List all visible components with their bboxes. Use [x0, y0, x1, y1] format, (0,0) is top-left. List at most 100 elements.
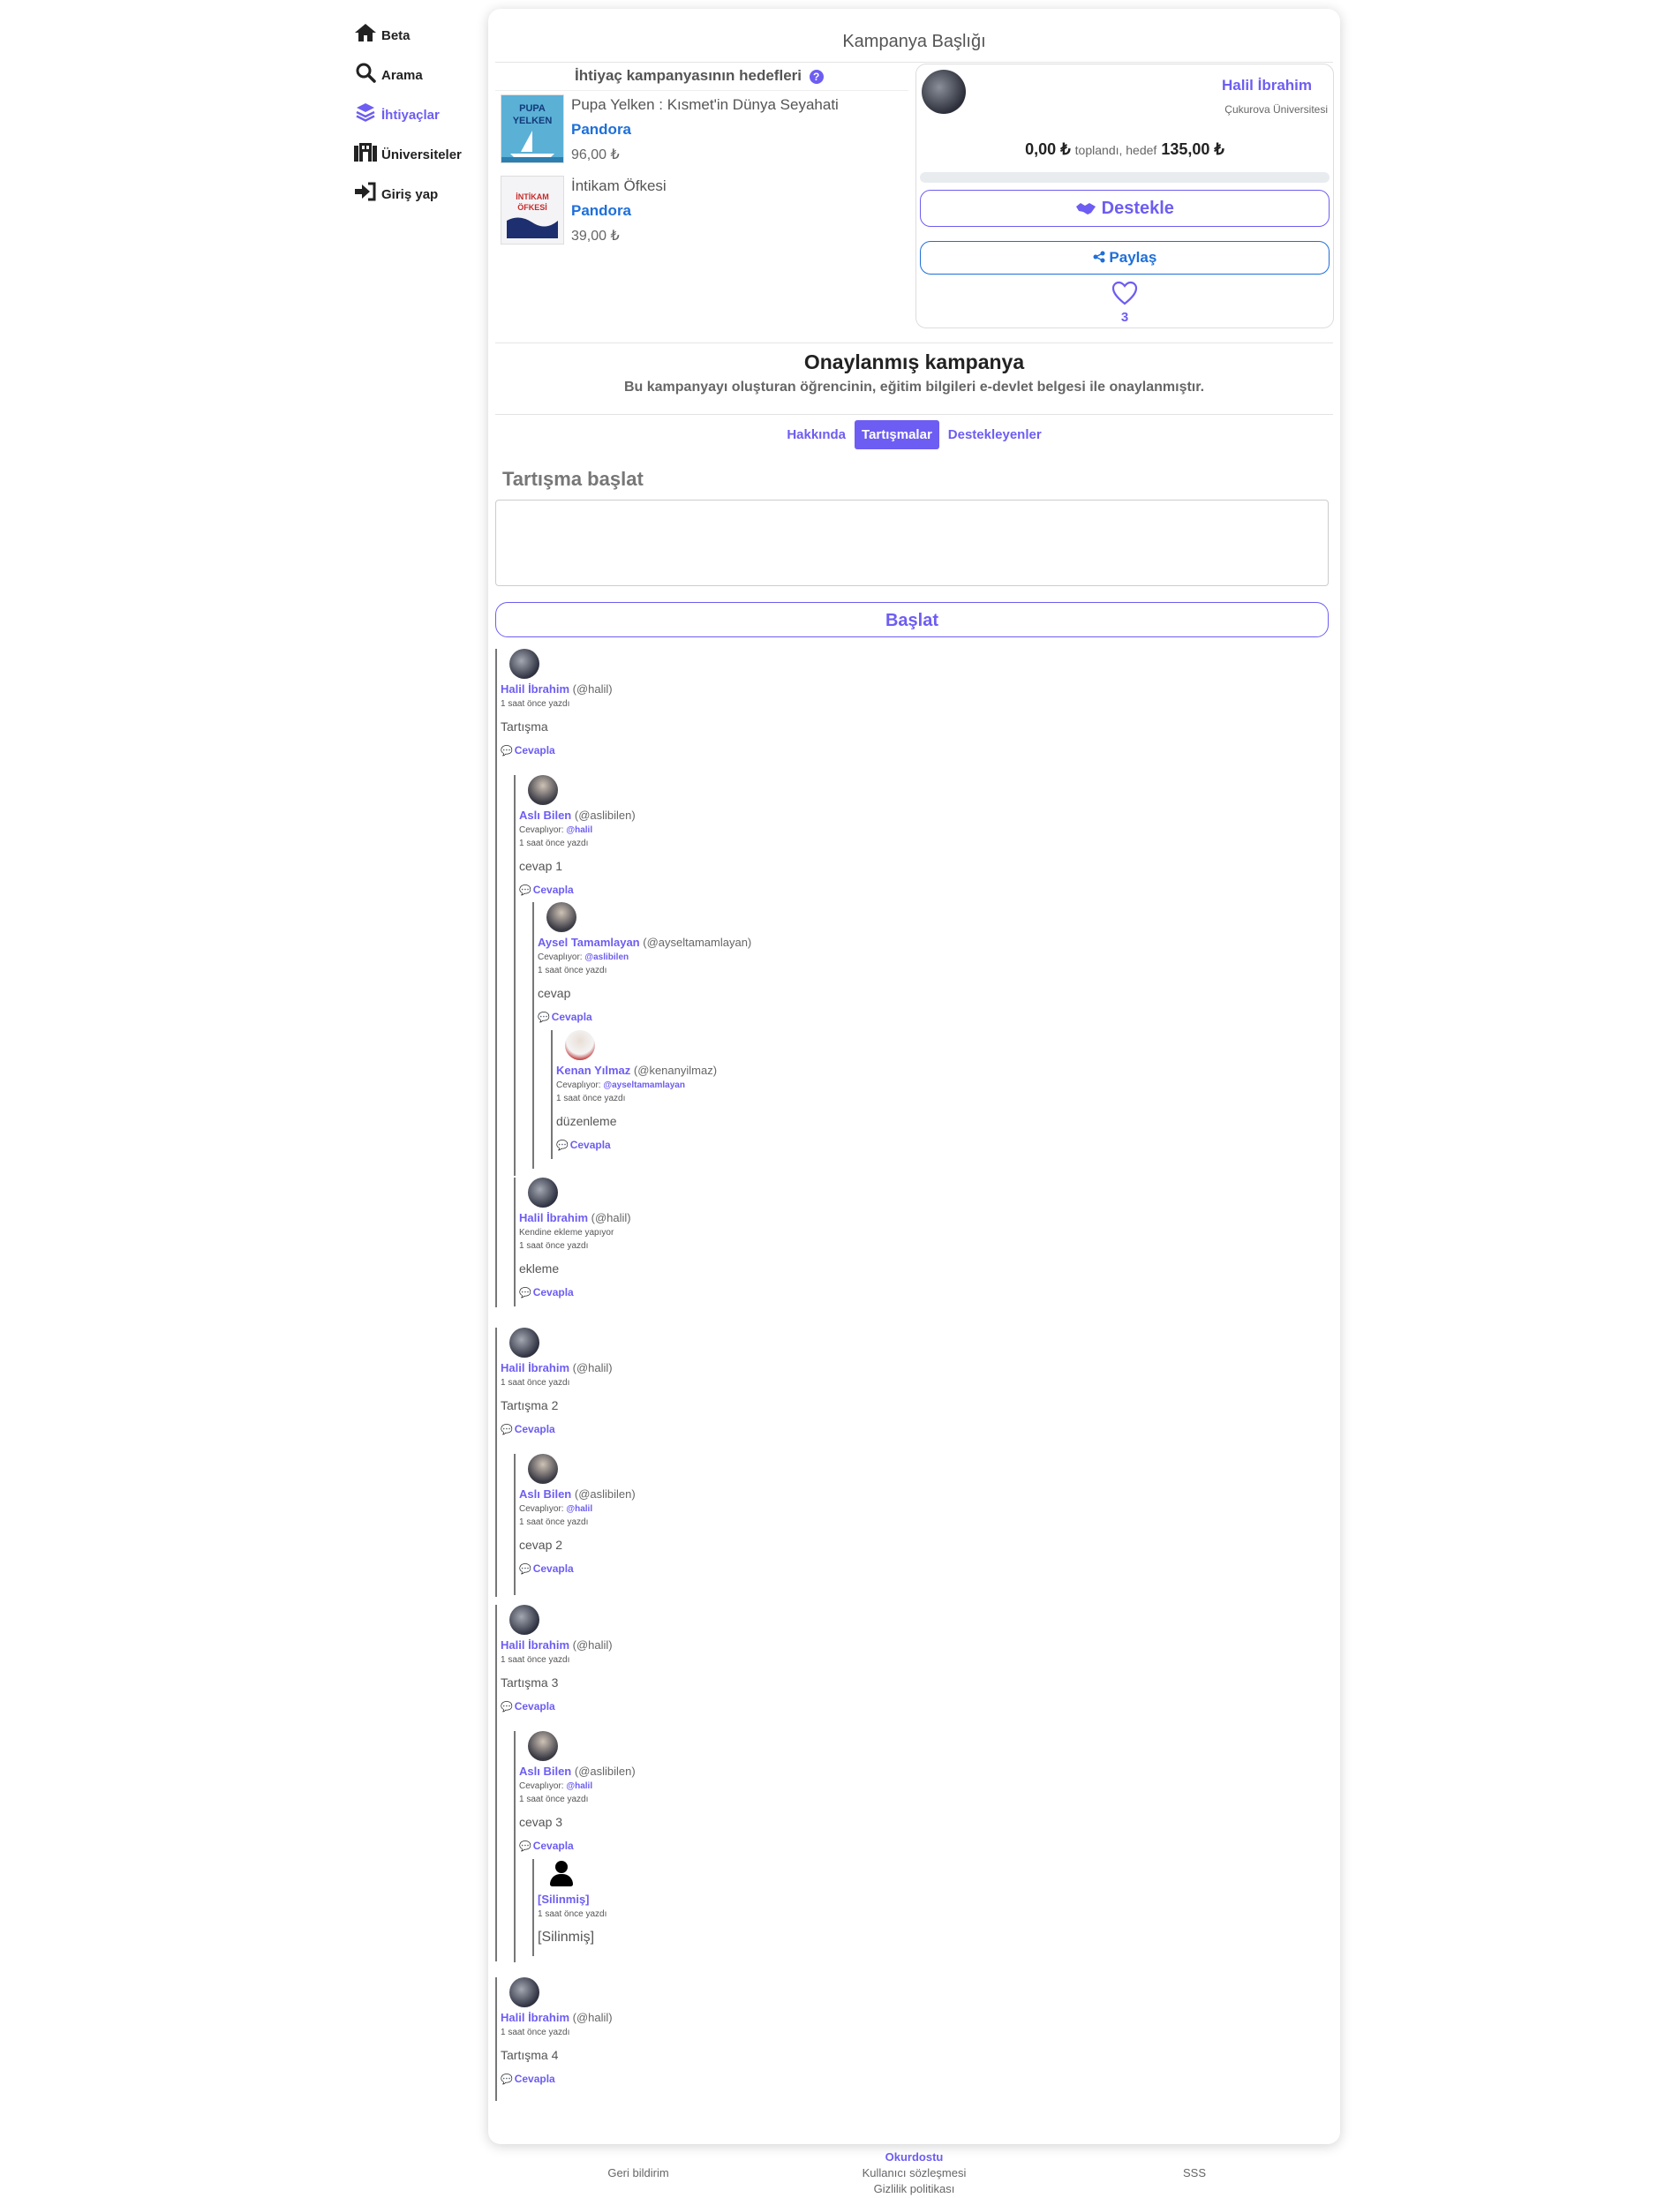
raised-label: toplandı, hedef: [1074, 143, 1157, 157]
comment-time: 1 saat önce yazdı: [501, 2028, 570, 2037]
reply-button[interactable]: 💬 Cevapla: [501, 2073, 613, 2085]
start-discussion-button[interactable]: Başlat: [495, 602, 1329, 637]
mention-link[interactable]: @halil: [566, 1781, 592, 1791]
comment-reply-to: Cevaplıyor: @ayseltamamlayan: [556, 1080, 717, 1090]
comment-text: düzenleme: [556, 1114, 617, 1128]
campaign-goals: İhtiyaç kampanyasının hedefleri ? PUPA Y…: [495, 62, 908, 253]
book-title[interactable]: İntikam Öfkesi: [571, 177, 667, 195]
book-item[interactable]: İNTİKAM ÖFKESİ İntikam Öfkesi Pandora 39…: [495, 176, 908, 253]
comment-reply-to: Cevaplıyor: @halil: [519, 1781, 636, 1791]
comment-reply-to: Cevaplıyor: @halil: [519, 825, 636, 835]
heart-icon[interactable]: [916, 281, 1333, 310]
comment-time: 1 saat önce yazdı: [501, 1655, 570, 1665]
comment-author: Halil İbrahim (@halil): [501, 682, 613, 696]
comment-reply: Aslı Bilen (@aslibilen) Cevaplıyor: @hal…: [514, 1454, 636, 1595]
support-button[interactable]: Destekle: [920, 190, 1330, 227]
author-name[interactable]: Kenan Yılmaz: [556, 1064, 630, 1077]
reply-label: Cevapla: [514, 1700, 555, 1712]
author-name[interactable]: Halil İbrahim: [501, 682, 569, 696]
owner-name[interactable]: Halil İbrahim: [1222, 77, 1312, 94]
avatar[interactable]: [509, 649, 539, 679]
book-cover-text-1: İNTİKAM: [516, 192, 549, 201]
tab-about[interactable]: Hakkında: [780, 420, 853, 449]
book-publisher[interactable]: Pandora: [571, 121, 839, 139]
author-name[interactable]: Halil İbrahim: [519, 1211, 588, 1224]
comment-time: 1 saat önce yazdı: [519, 1241, 589, 1251]
comment-reply-to: Cevaplıyor: @halil: [519, 1504, 636, 1514]
author-name[interactable]: Aysel Tamamlayan: [538, 936, 640, 949]
footer-feedback-link[interactable]: Geri bildirim: [550, 2166, 727, 2179]
footer-brand[interactable]: Okurdostu: [815, 2150, 1013, 2164]
author-username: (@ayseltamamlayan): [643, 936, 752, 949]
tab-supporters[interactable]: Destekleyenler: [941, 420, 1049, 449]
comment-icon: 💬: [538, 1012, 550, 1023]
avatar[interactable]: [528, 1178, 558, 1208]
reply-button[interactable]: 💬 Cevapla: [519, 1286, 631, 1298]
reply-button[interactable]: 💬 Cevapla: [519, 884, 636, 896]
avatar[interactable]: [565, 1030, 595, 1060]
avatar[interactable]: [546, 902, 576, 932]
campaign-owner-box: Halil İbrahim Çukurova Üniversitesi 0,00…: [915, 64, 1334, 328]
approved-description: Bu kampanyayı oluşturan öğrencinin, eğit…: [623, 380, 1205, 395]
nav-item-login[interactable]: Giriş yap: [353, 178, 486, 205]
reply-button[interactable]: 💬 Cevapla: [501, 1700, 613, 1712]
nav-item-needs[interactable]: İhtiyaçlar: [353, 99, 486, 125]
avatar[interactable]: [528, 1731, 558, 1761]
author-username: (@aslibilen): [574, 809, 636, 822]
share-button[interactable]: Paylaş: [920, 241, 1330, 275]
help-icon[interactable]: ?: [809, 69, 824, 84]
reply-to-label: Cevaplıyor:: [519, 1504, 567, 1514]
avatar[interactable]: [528, 775, 558, 805]
nav-item-universities[interactable]: Üniversiteler: [353, 139, 486, 165]
avatar[interactable]: [509, 1605, 539, 1635]
comment-icon: 💬: [501, 2074, 513, 2085]
book-cover-image: İNTİKAM ÖFKESİ: [501, 176, 564, 245]
author-name[interactable]: Aslı Bilen: [519, 1765, 571, 1778]
nav-item-beta[interactable]: Beta: [353, 19, 486, 46]
avatar[interactable]: [509, 1328, 539, 1358]
mention-link[interactable]: @aslibilen: [584, 952, 629, 962]
reply-button[interactable]: 💬 Cevapla: [501, 1423, 613, 1435]
comment-author: Aslı Bilen (@aslibilen): [519, 809, 636, 822]
book-cover-text-1: PUPA: [519, 103, 546, 114]
reply-button[interactable]: 💬 Cevapla: [519, 1562, 636, 1575]
author-name[interactable]: Aslı Bilen: [519, 1487, 571, 1501]
author-username: (@aslibilen): [574, 1487, 636, 1501]
reply-label: Cevapla: [514, 1423, 555, 1435]
reply-to-label: Cevaplıyor:: [556, 1080, 604, 1090]
reply-label: Cevapla: [514, 744, 555, 757]
avatar[interactable]: [528, 1454, 558, 1484]
discussion-textarea[interactable]: [495, 500, 1329, 586]
author-name[interactable]: Halil İbrahim: [501, 1361, 569, 1374]
book-info: İntikam Öfkesi Pandora 39,00 ₺: [571, 176, 667, 253]
avatar[interactable]: [509, 1977, 539, 2007]
author-name[interactable]: Halil İbrahim: [501, 2011, 569, 2024]
book-publisher[interactable]: Pandora: [571, 202, 667, 220]
footer-privacy-link[interactable]: Gizlilik politikası: [815, 2182, 1013, 2195]
mention-link[interactable]: @ayseltamamlayan: [603, 1080, 685, 1090]
footer-faq-link[interactable]: SSS: [1115, 2166, 1274, 2179]
avatar[interactable]: [922, 70, 966, 114]
footer-terms-link[interactable]: Kullanıcı sözleşmesi: [815, 2166, 1013, 2179]
author-username: (@halil): [572, 1361, 613, 1374]
reply-button[interactable]: 💬 Cevapla: [556, 1139, 717, 1151]
nav-label-login: Giriş yap: [381, 186, 439, 202]
nav-label-search: Arama: [381, 67, 423, 83]
comment-author: Aysel Tamamlayan (@ayseltamamlayan): [538, 936, 751, 949]
reply-button[interactable]: 💬 Cevapla: [519, 1840, 636, 1852]
reply-button[interactable]: 💬 Cevapla: [538, 1011, 751, 1023]
comment-note: Kendine ekleme yapıyor: [519, 1228, 614, 1238]
book-item[interactable]: PUPA YELKEN Pupa Yelken : Kısmet'in Düny…: [495, 94, 908, 172]
mention-link[interactable]: @halil: [566, 1504, 592, 1514]
book-title[interactable]: Pupa Yelken : Kısmet'in Dünya Seyahati: [571, 96, 839, 114]
nav-item-search[interactable]: Arama: [353, 59, 486, 86]
mention-link[interactable]: @halil: [566, 825, 592, 835]
nav-label-universities: Üniversiteler: [381, 147, 462, 162]
reply-button[interactable]: 💬 Cevapla: [501, 744, 613, 757]
author-name[interactable]: Halil İbrahim: [501, 1638, 569, 1652]
target-amount: 135,00 ₺: [1161, 140, 1224, 158]
comment-icon: 💬: [556, 1140, 569, 1151]
reply-to-label: Cevaplıyor:: [519, 825, 567, 835]
tab-discussions[interactable]: Tartışmalar: [855, 420, 939, 449]
author-name[interactable]: Aslı Bilen: [519, 809, 571, 822]
